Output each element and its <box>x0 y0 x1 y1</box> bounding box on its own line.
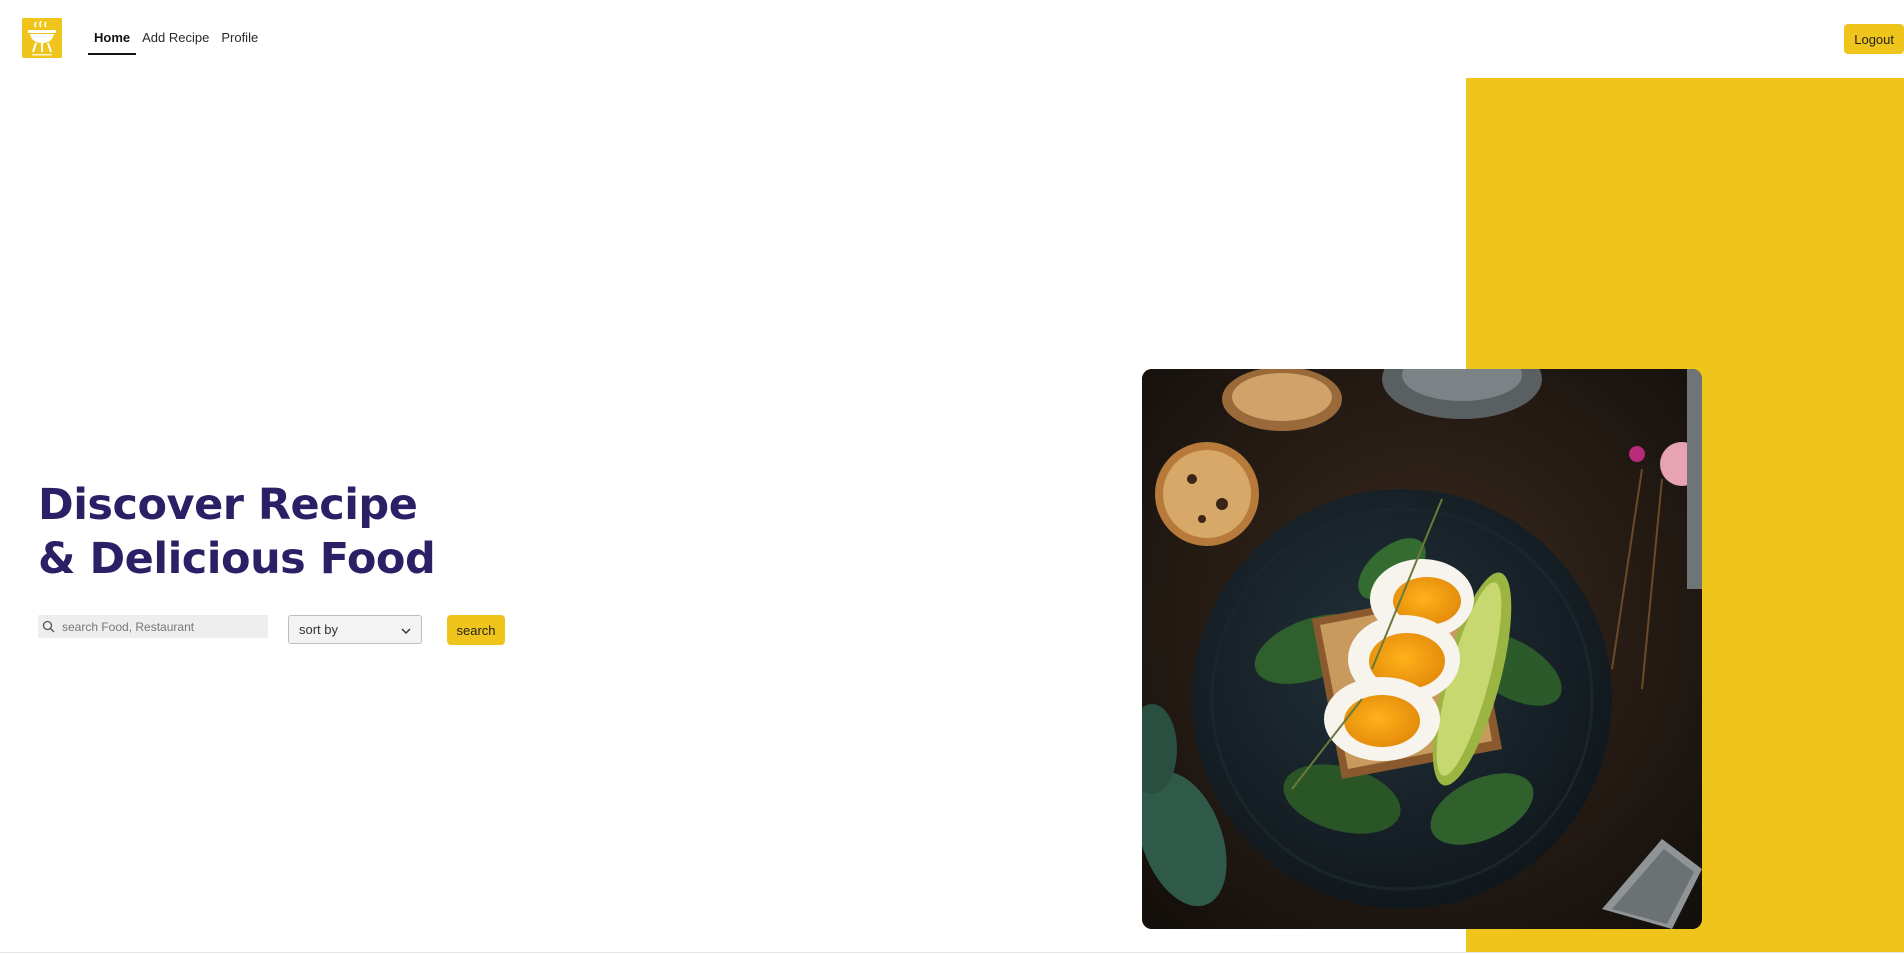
sort-select[interactable]: sort by <box>288 615 422 644</box>
page: Home Add Recipe Profile Logout Discover … <box>0 0 1904 954</box>
nav-home[interactable]: Home <box>88 26 137 55</box>
search-button[interactable]: search <box>447 615 505 645</box>
hero-title-line2: & Delicious Food <box>38 534 436 584</box>
main-nav: Home Add Recipe Profile <box>88 26 264 55</box>
search-icon <box>38 620 58 633</box>
nav-add-recipe[interactable]: Add Recipe <box>136 26 215 55</box>
sort-select-label: sort by <box>299 622 339 637</box>
grill-logo-icon[interactable] <box>22 18 62 58</box>
footer-divider <box>0 952 1904 953</box>
hero-title: Discover Recipe & Delicious Food <box>38 478 436 586</box>
hero-title-line1: Discover Recipe <box>38 480 418 530</box>
logout-button[interactable]: Logout <box>1844 24 1904 54</box>
food-photo <box>1142 369 1702 929</box>
nav-profile[interactable]: Profile <box>215 26 264 55</box>
search-box <box>38 615 268 638</box>
search-input[interactable] <box>58 619 268 634</box>
chevron-down-icon <box>401 622 411 637</box>
